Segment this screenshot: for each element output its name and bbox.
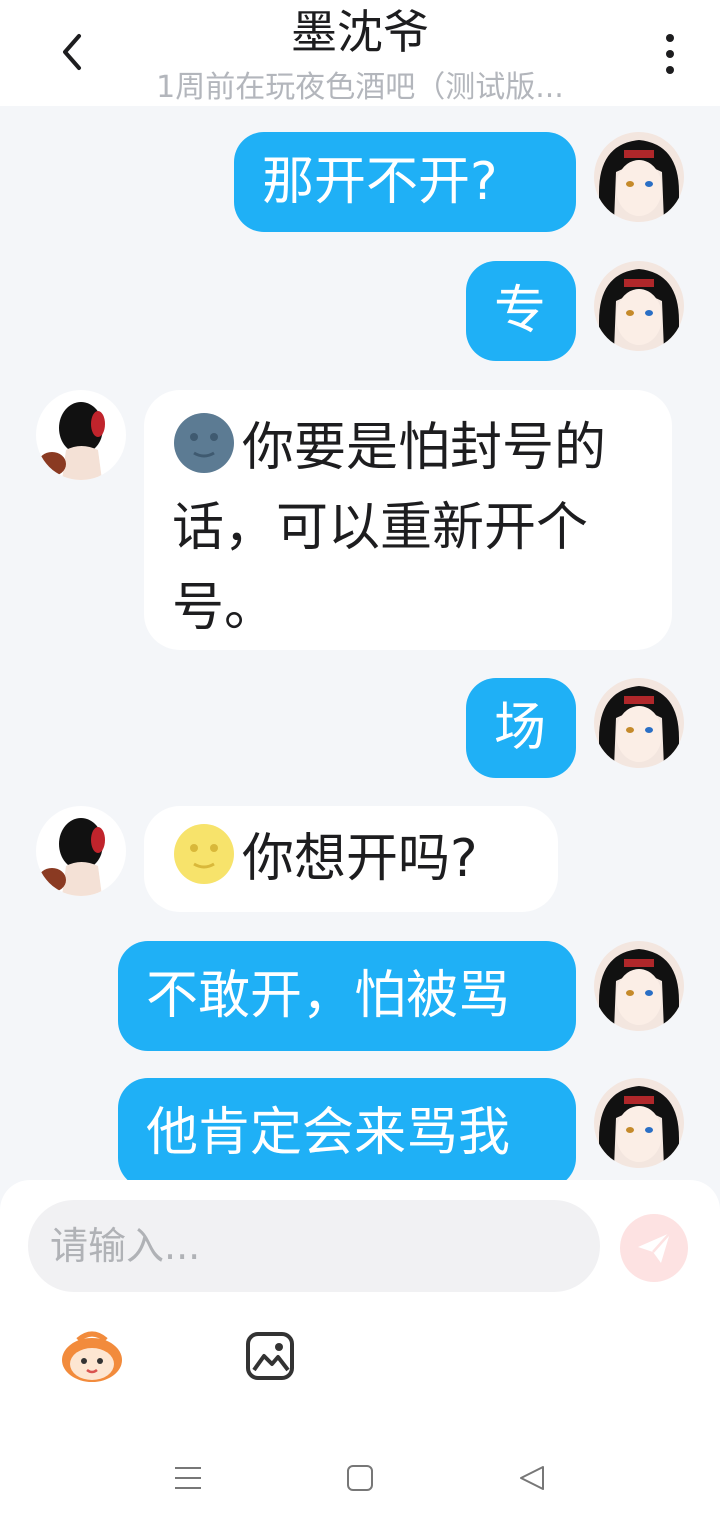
- anime-boy-avatar-icon: [594, 1078, 684, 1168]
- message-bubble[interactable]: 场: [466, 678, 576, 778]
- contact-name: 墨沈爷: [291, 5, 429, 59]
- new-moon-face-emoji: [174, 413, 234, 473]
- message-bubble[interactable]: 那开不开?: [234, 132, 576, 232]
- message-bubble[interactable]: 专: [466, 261, 576, 361]
- message-text: 你想开吗?: [242, 829, 478, 889]
- anime-girl-avatar-icon: [36, 390, 126, 480]
- my-avatar[interactable]: [594, 678, 684, 768]
- my-avatar[interactable]: [594, 132, 684, 222]
- anime-boy-avatar-icon: [594, 132, 684, 222]
- square-home-icon: [347, 1465, 373, 1491]
- back-nav-button[interactable]: [502, 1458, 562, 1498]
- anime-boy-avatar-icon: [594, 941, 684, 1031]
- message-bubble[interactable]: 你想开吗?: [144, 806, 558, 912]
- paper-plane-icon: [638, 1232, 671, 1263]
- back-button[interactable]: [48, 28, 96, 76]
- anime-boy-avatar-icon: [594, 678, 684, 768]
- my-avatar[interactable]: [594, 941, 684, 1031]
- chat-header: 墨沈爷 1周前在玩夜色酒吧（测试版...: [0, 0, 720, 106]
- anime-boy-avatar-icon: [594, 261, 684, 351]
- anime-girl-avatar-icon: [36, 806, 126, 896]
- my-avatar[interactable]: [594, 1078, 684, 1168]
- chevron-left-icon: [63, 34, 81, 70]
- hamburger-icon: [175, 1467, 201, 1489]
- message-bubble[interactable]: 你要是怕封号的话，可以重新开个号。: [144, 390, 672, 650]
- more-dot-icon: [666, 50, 674, 58]
- menu-nav-button[interactable]: [158, 1458, 218, 1498]
- contact-avatar[interactable]: [36, 806, 126, 896]
- more-dot-icon: [666, 34, 674, 42]
- message-input-placeholder: 请输入...: [50, 1224, 201, 1268]
- my-avatar[interactable]: [594, 261, 684, 351]
- send-button[interactable]: [620, 1214, 688, 1282]
- cartoon-face-sticker-icon: [62, 1331, 122, 1382]
- triangle-back-icon: [520, 1466, 544, 1490]
- message-text: 你要是怕封号的话，可以重新开个号。: [172, 418, 607, 638]
- more-dot-icon: [666, 66, 674, 74]
- contact-avatar[interactable]: [36, 390, 126, 480]
- more-options-button[interactable]: [648, 26, 692, 82]
- image-icon: [246, 1332, 294, 1380]
- message-input[interactable]: 请输入...: [28, 1200, 600, 1292]
- home-nav-button[interactable]: [330, 1458, 390, 1498]
- image-button[interactable]: [244, 1330, 296, 1382]
- full-moon-face-emoji: [174, 824, 234, 884]
- contact-status: 1周前在玩夜色酒吧（测试版...: [156, 70, 564, 105]
- message-bubble[interactable]: 他肯定会来骂我: [118, 1078, 576, 1188]
- system-navigation-bar: [0, 1440, 720, 1525]
- sticker-button[interactable]: [56, 1328, 128, 1384]
- message-bubble[interactable]: 不敢开，怕被骂: [118, 941, 576, 1051]
